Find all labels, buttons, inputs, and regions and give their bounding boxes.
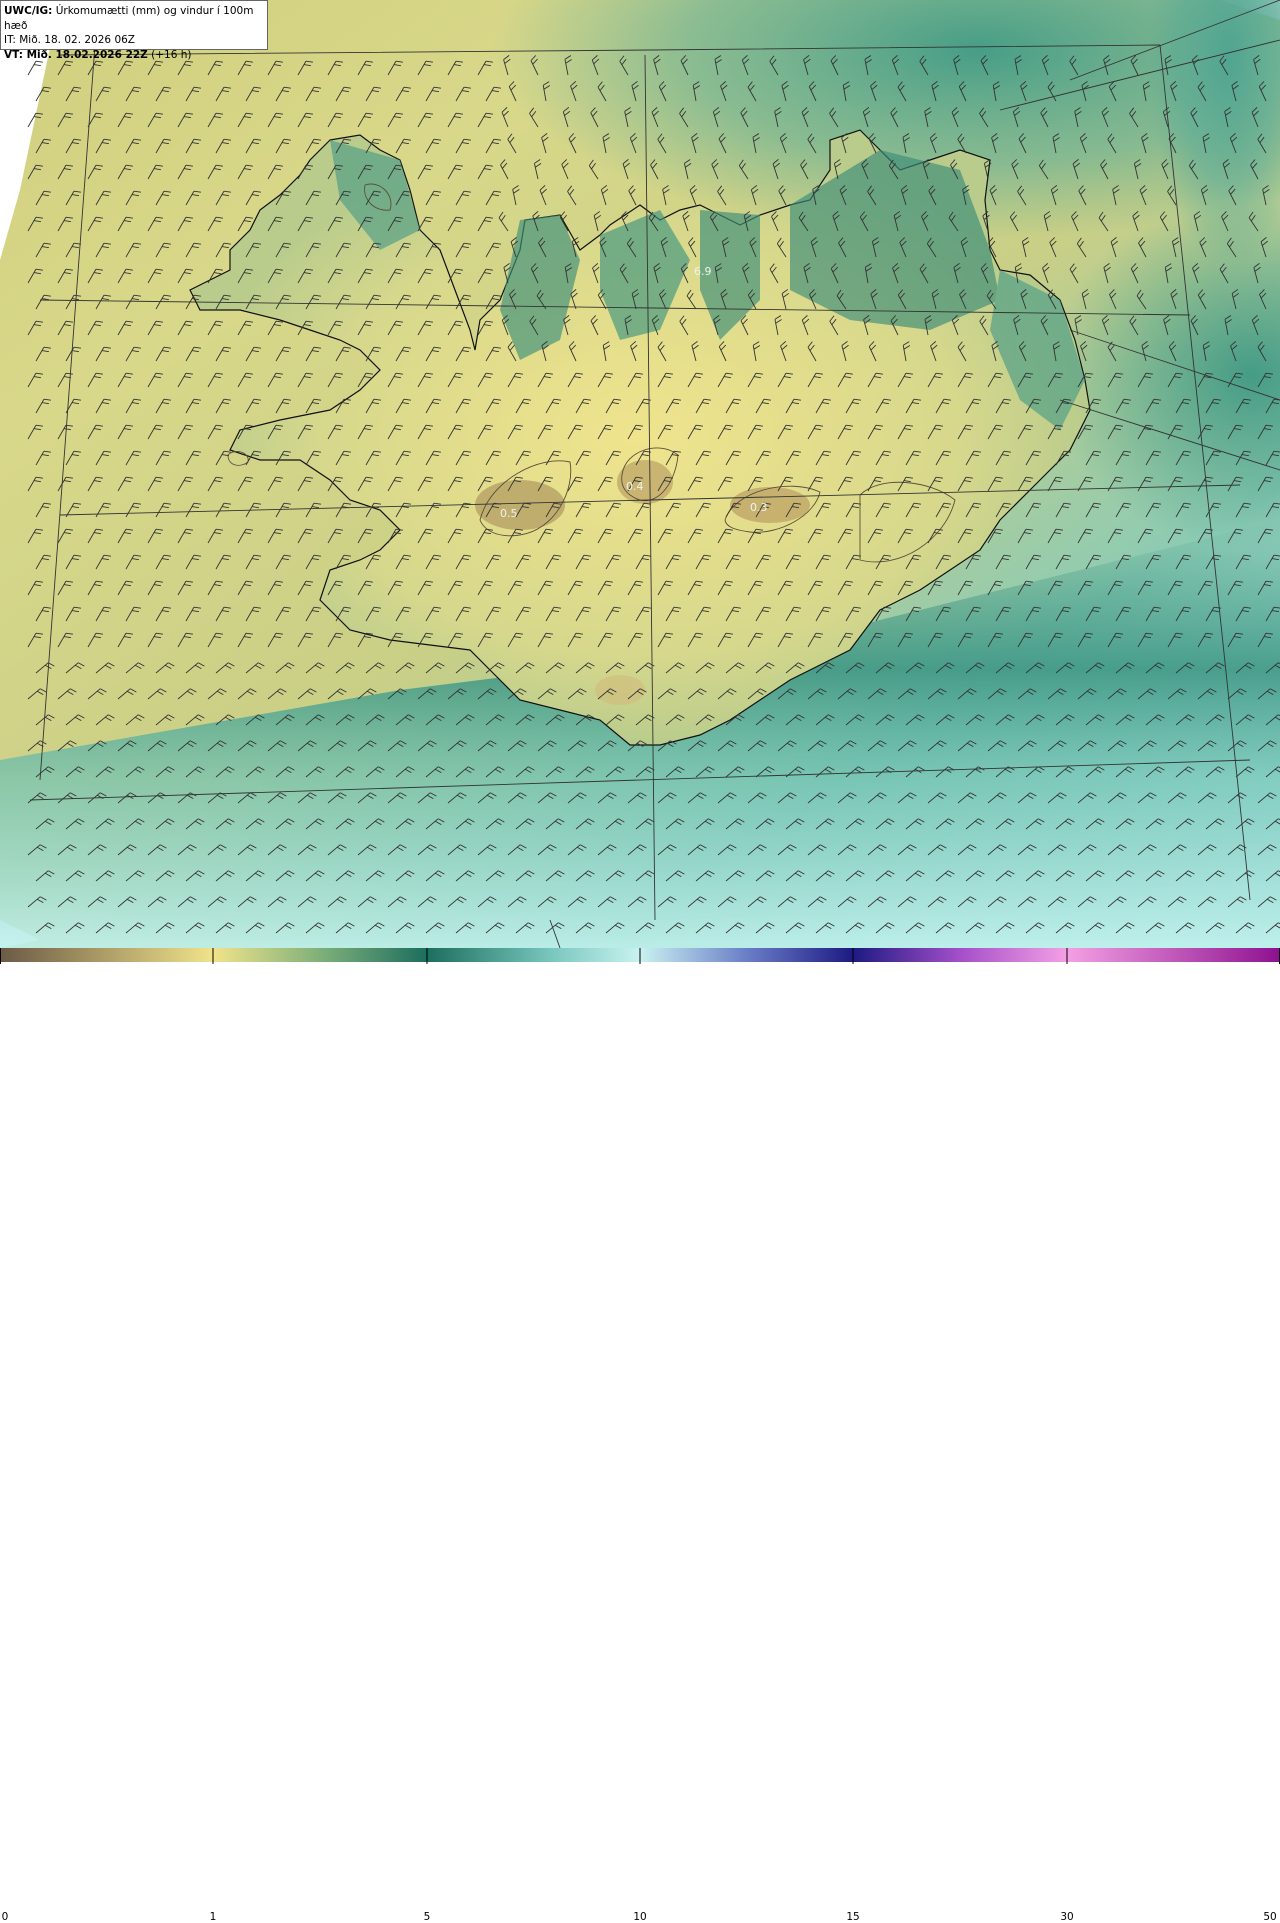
- label-vatnajokull: 0.3: [750, 501, 768, 514]
- legend-tick-50: 50: [1263, 1911, 1277, 1923]
- legend-tick-1: 1: [209, 1911, 217, 1923]
- valid-label: VT:: [4, 48, 23, 61]
- color-legend: 0 1 5 10 15 30 50: [0, 948, 1280, 1923]
- valid-time: Mið. 18.02.2026 22Z: [22, 48, 148, 61]
- legend-colorbar: [0, 948, 1280, 964]
- label-vestfirdir-low: 6.9: [694, 265, 712, 278]
- lead-time: (+16 h): [147, 48, 192, 61]
- init-time: IT: Mið. 18. 02. 2026 06Z: [4, 34, 135, 46]
- legend-tick-0: 0: [1, 1911, 9, 1923]
- product-line: UWC/IG: Úrkomumætti (mm) og vindur í 100…: [4, 4, 264, 33]
- legend-tick-5: 5: [423, 1911, 431, 1923]
- legend-tick-10: 10: [633, 1911, 647, 1923]
- label-langjokull: 0.5: [500, 507, 518, 520]
- legend-tick-15: 15: [846, 1911, 860, 1923]
- precipitation-wind-map: 6.9 0.5 0.4 0.3: [0, 0, 1280, 948]
- label-hofsjokull: 0.4: [626, 480, 644, 493]
- map-title-box: UWC/IG: Úrkomumætti (mm) og vindur í 100…: [0, 0, 268, 61]
- product-code: UWC/IG:: [4, 5, 53, 17]
- valid-line: VT: Mið. 18.02.2026 22Z (+16 h): [4, 48, 264, 63]
- legend-tick-30: 30: [1060, 1911, 1074, 1923]
